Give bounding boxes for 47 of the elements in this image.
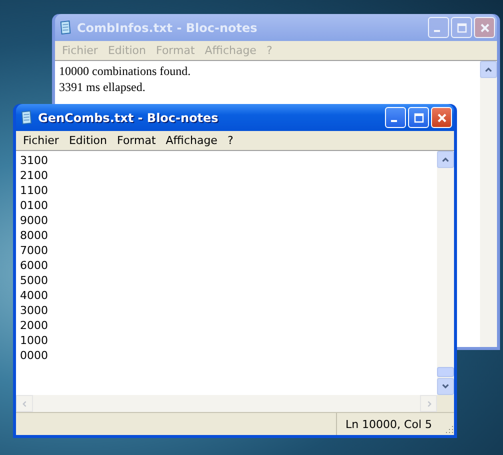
menu-item[interactable]: Format	[112, 133, 161, 148]
menu-item[interactable]: Edition	[64, 133, 112, 148]
close-icon	[436, 112, 446, 122]
caret-down-icon	[441, 382, 450, 391]
text-line: 3000	[20, 303, 49, 318]
scroll-up-button[interactable]	[480, 61, 497, 78]
close-button[interactable]	[474, 17, 495, 38]
vertical-scrollbar[interactable]	[480, 61, 497, 347]
text-line: 10000 combinations found.	[59, 63, 192, 79]
menu-item[interactable]: Fichier	[18, 133, 64, 148]
text-line: 5000	[20, 273, 49, 288]
text-line: 2100	[20, 168, 49, 183]
close-button[interactable]	[431, 107, 452, 128]
vertical-scrollbar[interactable]	[437, 151, 454, 395]
window-title: GenCombs.txt - Bloc-notes	[38, 110, 220, 124]
text-line: 3100	[20, 153, 49, 168]
scroll-thumb[interactable]	[437, 367, 454, 377]
maximize-icon	[414, 112, 424, 122]
text-line: 0000	[20, 348, 49, 363]
text-line: 8000	[20, 228, 49, 243]
text-line: 0100	[20, 198, 49, 213]
text-line: 7000	[20, 243, 49, 258]
window-title: CombInfos.txt - Bloc-notes	[77, 20, 258, 34]
text-line: 4000	[20, 288, 49, 303]
horizontal-scrollbar[interactable]	[16, 395, 454, 412]
notepad-icon	[59, 20, 72, 35]
text-line: 1100	[20, 183, 49, 198]
caret-up-icon	[484, 65, 493, 74]
menu-item[interactable]: Affichage	[160, 133, 222, 148]
minimize-icon	[434, 30, 440, 32]
text-line: 3391 ms ellapsed.	[59, 79, 146, 95]
minimize-button[interactable]	[385, 107, 406, 128]
caret-up-icon	[441, 155, 450, 164]
caret-left-icon	[20, 400, 28, 408]
notepad-icon	[20, 110, 33, 125]
scroll-down-button[interactable]	[437, 378, 454, 395]
status-text: Ln 10000, Col 5	[344, 418, 433, 430]
close-icon	[480, 22, 490, 32]
minimize-icon	[391, 120, 397, 122]
maximize-button[interactable]	[408, 107, 429, 128]
text-line: 9000	[20, 213, 49, 228]
text-line: 6000	[20, 258, 49, 273]
text-line: 1000	[20, 333, 49, 348]
scroll-up-button[interactable]	[437, 151, 454, 168]
menu-item[interactable]: ?	[222, 133, 238, 148]
maximize-icon	[456, 22, 466, 32]
text-line: 2000	[20, 318, 49, 333]
